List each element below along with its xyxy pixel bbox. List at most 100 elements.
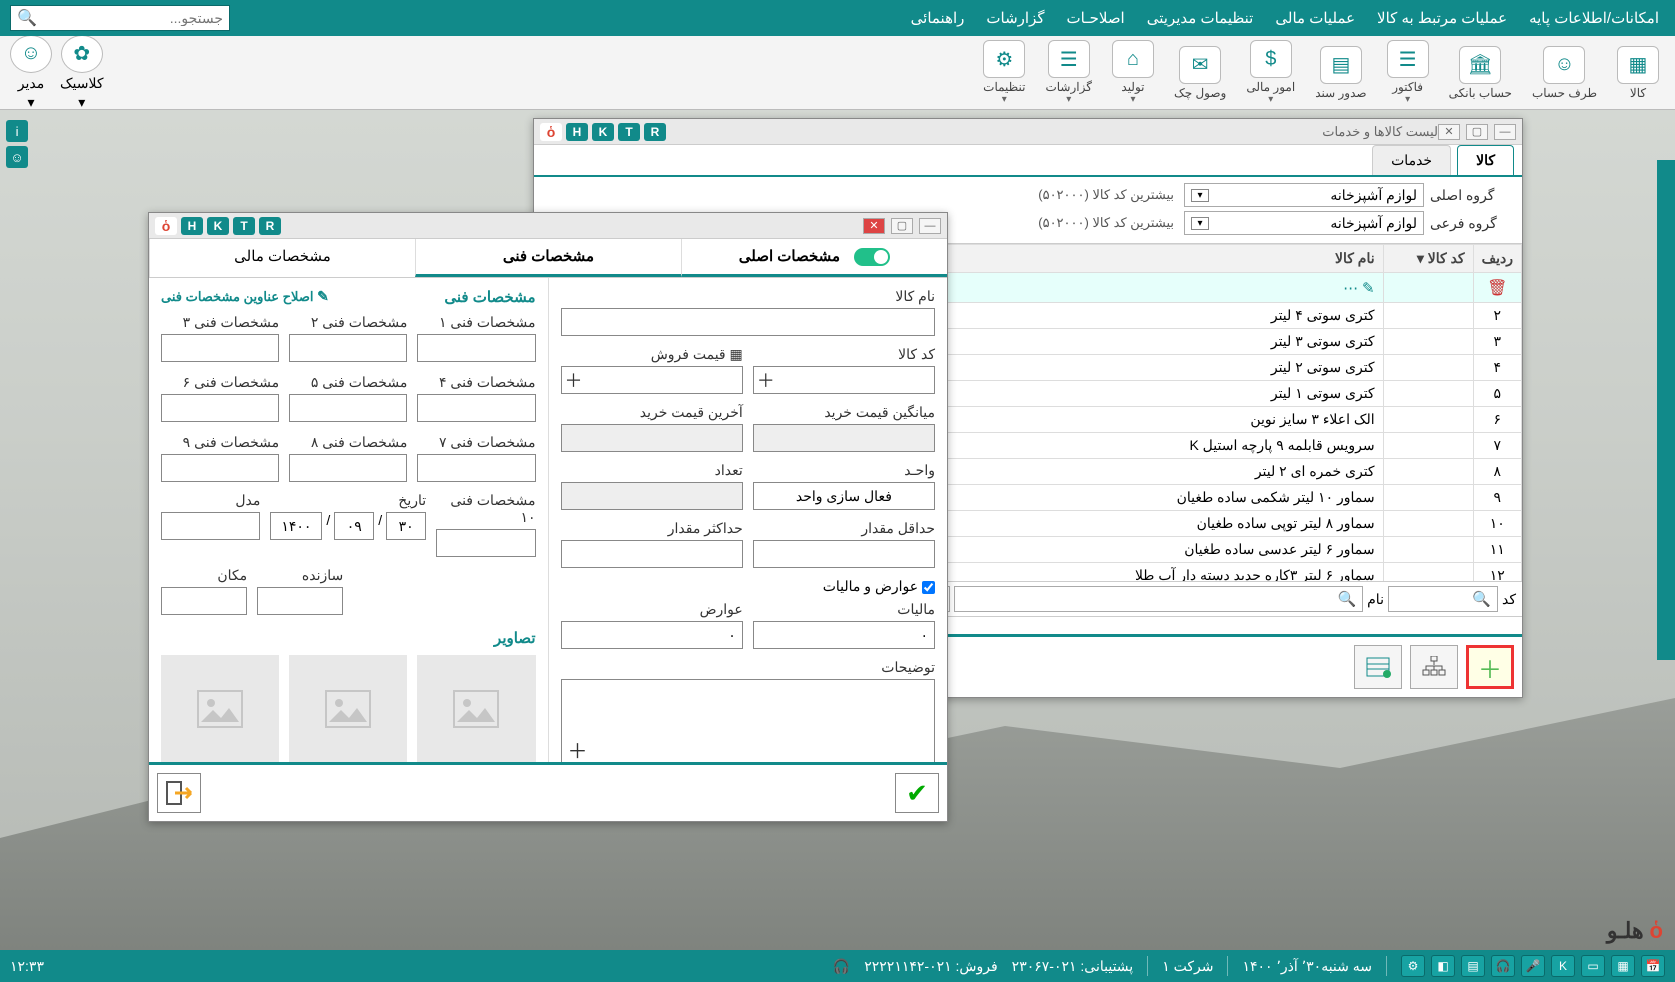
tech-input-2[interactable] (289, 334, 407, 362)
tab-products[interactable]: کالا (1457, 145, 1514, 175)
more-icon[interactable]: ⋯ (1343, 280, 1358, 297)
edit-tech-titles-link[interactable]: ✎ اصلاح عناوین مشخصات فنی (161, 288, 329, 305)
tab-services[interactable]: خدمات (1372, 145, 1451, 175)
menu-item[interactable]: اصلاحـات (1061, 7, 1131, 29)
tech-input-5[interactable] (289, 394, 407, 422)
menu-item[interactable]: تنظیمات مدیریتی (1141, 7, 1260, 29)
tool-invoice[interactable]: ☰فاکتور▾ (1381, 38, 1435, 107)
input-place[interactable] (161, 587, 247, 615)
menu-item[interactable]: گزارشات (980, 7, 1050, 29)
col-row[interactable]: ردیف (1473, 245, 1521, 273)
pencil-icon[interactable]: ✎ (1362, 280, 1375, 297)
sb-k-icon[interactable]: K (1551, 955, 1575, 977)
tech-input-6[interactable] (161, 394, 279, 422)
shortcut-t[interactable]: T (618, 123, 640, 141)
shortcut-r[interactable]: R (259, 217, 281, 235)
minimize-icon[interactable]: — (1494, 124, 1516, 140)
plus-icon[interactable]: ＋ (568, 735, 588, 762)
input-year[interactable] (270, 512, 322, 540)
input-price[interactable] (561, 366, 743, 394)
add-button[interactable]: ＋ (1466, 645, 1514, 689)
tool-bank[interactable]: 🏛حساب بانکی (1443, 44, 1518, 102)
input-date[interactable]: / / (270, 512, 426, 540)
sb-color-icon[interactable]: ◧ (1431, 955, 1455, 977)
sb-head-icon[interactable]: 🎧 (1491, 955, 1515, 977)
plus-icon[interactable]: ＋ (757, 367, 775, 393)
input-tax[interactable] (753, 621, 935, 649)
tech-input-4[interactable] (417, 394, 535, 422)
shortcut-r[interactable]: R (644, 123, 666, 141)
maximize-icon[interactable]: ▢ (891, 218, 913, 234)
form-view-button[interactable] (1354, 645, 1402, 689)
input-day[interactable] (386, 512, 426, 540)
tool-reports[interactable]: ☰گزارشات▾ (1039, 38, 1097, 107)
exit-button[interactable] (157, 773, 201, 813)
tool-classic[interactable]: ✿کلاسیک▾ (60, 35, 104, 111)
tool-product[interactable]: ▦کالا (1611, 44, 1665, 102)
delete-icon[interactable]: 🗑 (1487, 280, 1507, 297)
sb-calc2-icon[interactable]: ▤ (1461, 955, 1485, 977)
activate-unit-button[interactable]: فعال سازی واحد (753, 482, 935, 510)
tool-account[interactable]: ☺طرف حساب (1526, 44, 1603, 102)
filter-sub-select[interactable]: لوازم آشپزخانه▾ (1184, 211, 1424, 235)
input-min[interactable] (753, 540, 935, 568)
image-placeholder[interactable] (289, 655, 407, 762)
tech-input-9[interactable] (161, 454, 279, 482)
tool-finance[interactable]: $امور مالی▾ (1240, 38, 1301, 107)
shortcut-k[interactable]: K (592, 123, 614, 141)
tool-voucher[interactable]: ▤صدور سند (1309, 44, 1372, 102)
image-placeholder[interactable] (417, 655, 535, 762)
input-model[interactable] (161, 512, 260, 540)
tool-production[interactable]: ⌂تولید▾ (1106, 38, 1160, 107)
sb-calendar-icon[interactable]: 📅 (1641, 955, 1665, 977)
close-icon[interactable]: ✕ (1438, 124, 1460, 140)
input-desc[interactable]: ＋ (561, 679, 936, 762)
plus-icon[interactable]: ＋ (565, 367, 583, 393)
search-icon[interactable]: 🔍 (17, 8, 37, 28)
qr-icon[interactable]: ▦ (730, 346, 743, 362)
search-code-input[interactable] (1395, 592, 1472, 607)
menu-item[interactable]: امکانات/اطلاعات پایه (1523, 7, 1665, 29)
user-icon[interactable]: ☺ (6, 146, 28, 168)
tool-admin[interactable]: ☺مدیر▾ (10, 35, 52, 111)
search-name-input[interactable] (961, 592, 1338, 607)
tech-input-7[interactable] (417, 454, 535, 482)
input-maker[interactable] (257, 587, 343, 615)
menu-item[interactable]: عملیات مالی (1269, 7, 1361, 29)
toggle-switch[interactable] (854, 248, 890, 266)
shortcut-h[interactable]: H (566, 123, 588, 141)
tech-input-8[interactable] (289, 454, 407, 482)
minimize-icon[interactable]: — (919, 218, 941, 234)
sb-tool-icon[interactable]: ⚙ (1401, 955, 1425, 977)
col-code[interactable]: کد کالا ▾ (1383, 245, 1473, 273)
right-edge-tab[interactable] (1657, 160, 1675, 660)
maximize-icon[interactable]: ▢ (1466, 124, 1488, 140)
image-placeholder[interactable] (161, 655, 279, 762)
tool-cheque[interactable]: ✉وصول چک (1168, 44, 1232, 102)
tech-input-1[interactable] (417, 334, 535, 362)
tool-settings[interactable]: ⚙تنظیمات▾ (977, 38, 1031, 107)
close-icon[interactable]: ✕ (863, 218, 885, 234)
info-icon[interactable]: i (6, 120, 28, 142)
filter-main-select[interactable]: لوازم آشپزخانه▾ (1184, 183, 1424, 207)
tab-tech-info[interactable]: مشخصات فنی (415, 239, 681, 277)
input-duty[interactable] (561, 621, 743, 649)
sb-mic-icon[interactable]: 🎤 (1521, 955, 1545, 977)
menu-item[interactable]: عملیات مرتبط به کالا (1371, 7, 1513, 29)
vat-checkbox[interactable]: عوارض و مالیات (823, 578, 935, 594)
tab-financial-info[interactable]: مشخصات مالی (149, 239, 415, 277)
shortcut-k[interactable]: K (207, 217, 229, 235)
tech-input-3[interactable] (161, 334, 279, 362)
menu-item[interactable]: راهنمائی (905, 7, 971, 29)
shortcut-h[interactable]: H (181, 217, 203, 235)
search-input[interactable] (37, 10, 223, 26)
input-name[interactable] (561, 308, 936, 336)
input-month[interactable] (334, 512, 374, 540)
confirm-button[interactable]: ✔ (895, 773, 939, 813)
input-code[interactable] (753, 366, 935, 394)
tab-main-info[interactable]: مشخصات اصلی (681, 239, 947, 277)
sb-calc-icon[interactable]: ▦ (1611, 955, 1635, 977)
tree-view-button[interactable] (1410, 645, 1458, 689)
input-max[interactable] (561, 540, 743, 568)
sb-note-icon[interactable]: ▭ (1581, 955, 1605, 977)
